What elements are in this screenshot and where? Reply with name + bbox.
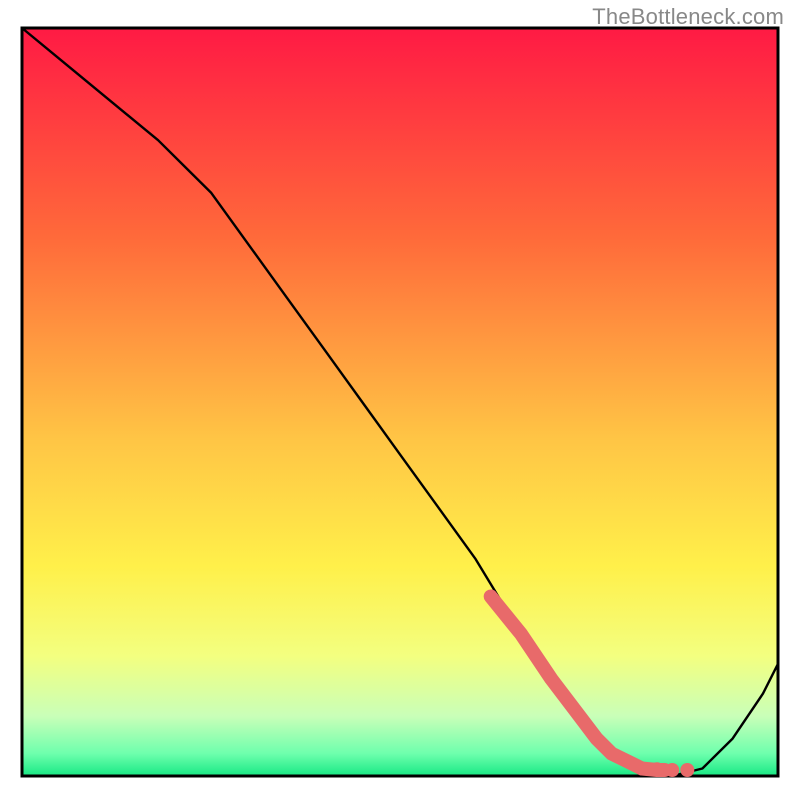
highlight-dot <box>665 763 679 777</box>
chart-svg <box>0 0 800 800</box>
highlight-dot <box>680 763 694 777</box>
chart-container: { "attribution": "TheBottleneck.com", "c… <box>0 0 800 800</box>
highlight-dot <box>635 762 649 776</box>
plot-background <box>22 28 778 776</box>
attribution-text: TheBottleneck.com <box>592 4 784 30</box>
highlight-dot <box>650 762 664 776</box>
